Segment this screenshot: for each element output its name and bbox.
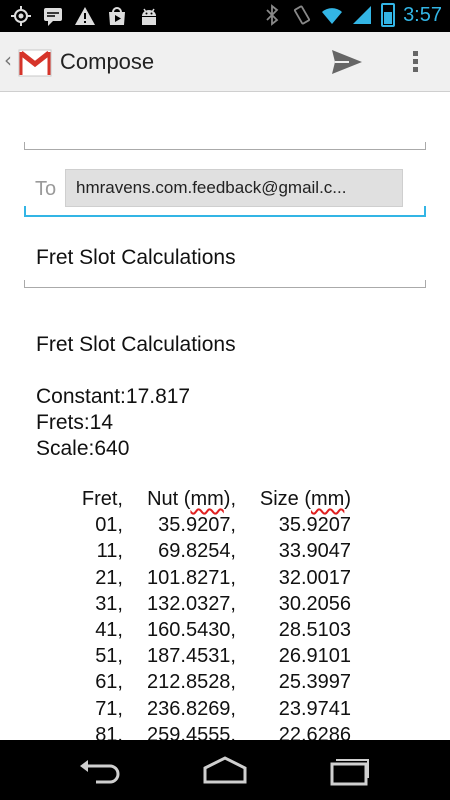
cell-size: 25.3997 <box>278 671 351 694</box>
header-nut: Nut (mm), <box>147 488 236 511</box>
cell-fret: 61, <box>95 671 123 694</box>
gmail-icon[interactable] <box>18 46 52 78</box>
gps-icon <box>11 6 31 26</box>
table-row: 21, 101.8271, 32.0017 <box>0 567 450 593</box>
send-icon[interactable] <box>330 46 364 78</box>
header-size-prefix: Size ( <box>259 488 311 510</box>
cell-size: 30.2056 <box>278 592 351 615</box>
header-nut-prefix: Nut ( <box>147 488 191 510</box>
up-navigation-caret[interactable]: ‹ <box>4 48 12 72</box>
cell-nut: 212.8528, <box>147 671 236 694</box>
page-title: Compose <box>60 49 155 74</box>
cell-nut: 132.0327, <box>147 592 236 615</box>
cell-fret: 31, <box>95 592 123 615</box>
overflow-menu-icon[interactable] <box>405 48 425 78</box>
fret-table: Fret, Nut (mm), Size (mm) 01, 35.9207, 35.… <box>0 488 450 750</box>
cell-fret: 51, <box>95 645 123 668</box>
home-icon[interactable] <box>201 754 249 786</box>
cell-size: 32.0017 <box>278 566 351 589</box>
back-icon[interactable] <box>76 754 124 786</box>
header-size-suffix: ) <box>344 488 351 510</box>
play-store-icon <box>109 7 125 25</box>
cell-nut: 236.8269, <box>147 697 236 720</box>
vibrate-icon <box>294 5 311 25</box>
subject-field[interactable]: Fret Slot Calculations <box>36 246 236 270</box>
header-nut-suffix: ), <box>223 488 236 510</box>
cell-fret: 01, <box>95 514 123 537</box>
body-title: Fret Slot Calculations <box>36 333 236 356</box>
body-constant: Constant:17.817 <box>36 385 191 408</box>
header-size: Size (mm) <box>260 488 351 511</box>
table-row: 71, 236.8269, 23.9741 <box>0 698 450 724</box>
cell-fret: 11, <box>96 540 123 563</box>
table-row: 41, 160.5430, 28.5103 <box>0 619 450 645</box>
bluetooth-icon <box>266 4 279 26</box>
table-row: 31, 132.0327, 30.2056 <box>0 593 450 619</box>
action-bar: ‹ Compose <box>0 32 450 92</box>
navigation-bar <box>0 740 450 800</box>
from-field[interactable] <box>24 142 426 150</box>
cell-fret: 41, <box>95 618 123 641</box>
body-frets: Frets:14 <box>36 411 114 434</box>
status-bar: 3:57 <box>0 0 450 32</box>
warning-icon <box>75 7 95 25</box>
body-scale: Scale:640 <box>36 437 130 460</box>
recent-apps-icon[interactable] <box>326 754 374 786</box>
to-field-underline <box>24 206 426 217</box>
cell-size: 28.5103 <box>278 618 351 641</box>
table-row: 61, 212.8528, 25.3997 <box>0 671 450 697</box>
cell-size: 26.9101 <box>278 645 351 668</box>
recipient-chip[interactable]: hmravens.com.feedback@gmail.c... <box>65 169 403 207</box>
cell-size: 35.9207 <box>278 514 351 537</box>
battery-icon <box>381 3 396 27</box>
to-label: To <box>35 178 57 200</box>
cell-nut: 101.8271, <box>147 566 236 589</box>
header-fret: Fret, <box>81 488 123 510</box>
table-row: 51, 187.4531, 26.9101 <box>0 645 450 671</box>
table-row: 11, 69.8254, 33.9047 <box>0 540 450 566</box>
clock: 3:57 <box>403 3 442 26</box>
android-icon <box>142 8 156 25</box>
cell-nut: 35.9207, <box>158 514 236 537</box>
subject-underline <box>24 280 426 288</box>
cell-nut: 187.4531, <box>147 645 236 668</box>
to-field[interactable]: To hmravens.com.feedback@gmail.c... <box>24 166 426 218</box>
cell-size: 33.9047 <box>278 540 351 563</box>
cell-fret: 21, <box>95 566 123 589</box>
table-header: Fret, Nut (mm), Size (mm) <box>0 488 450 514</box>
cell-fret: 71, <box>95 697 123 720</box>
cell-size: 23.9741 <box>278 697 351 720</box>
wifi-icon <box>322 8 343 24</box>
header-nut-unit: mm <box>190 488 224 510</box>
cell-nut: 69.8254, <box>158 540 236 563</box>
signal-icon <box>353 6 372 24</box>
table-row: 01, 35.9207, 35.9207 <box>0 514 450 540</box>
header-size-unit: mm <box>311 488 345 510</box>
cell-nut: 160.5430, <box>147 618 236 641</box>
chat-icon <box>44 8 62 26</box>
